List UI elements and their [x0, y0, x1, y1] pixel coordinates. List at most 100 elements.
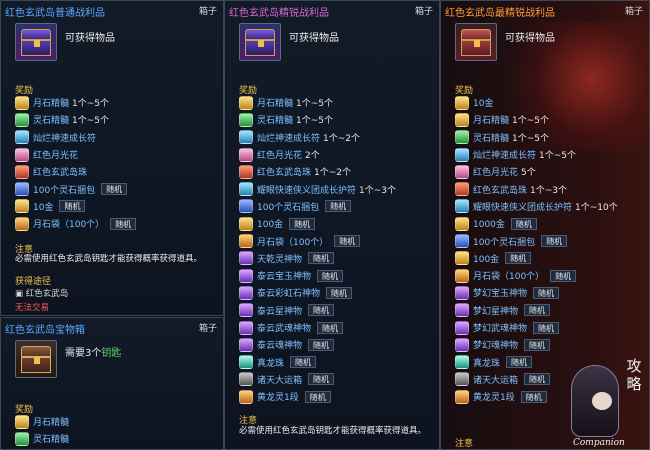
obtain-label: 可获得物品 — [289, 33, 339, 44]
pouch-icon — [15, 182, 29, 197]
reward-item[interactable]: 月石精髓 1个~5个 — [15, 94, 136, 111]
requirement-text: 需要3个 — [65, 348, 102, 359]
random-badge: 随机 — [289, 217, 316, 230]
character-portrait — [571, 365, 619, 437]
reward-item[interactable]: 月石精髓 1个~5个 — [455, 111, 618, 128]
reward-item[interactable]: 灵石精髓 — [15, 430, 69, 447]
random-badge: 随机 — [110, 217, 137, 230]
reward-item[interactable]: 月石袋（100个） 随机 — [15, 215, 137, 232]
reward-item[interactable]: 月石袋（100个） 随机 — [239, 232, 396, 249]
reward-item-quantity: 1个~5个 — [72, 99, 110, 110]
random-badge: 随机 — [505, 252, 532, 265]
reward-item-name: 灿烂神速成长符 — [257, 133, 321, 144]
reward-item-quantity: 1个~5个 — [512, 116, 550, 127]
red-bead-icon — [239, 164, 253, 179]
random-badge: 随机 — [317, 269, 344, 282]
reward-item[interactable]: 真龙珠 随机 — [239, 353, 396, 370]
reward-item[interactable]: 泰云魂神物 随机 — [239, 336, 396, 353]
scroll-icon — [239, 372, 253, 387]
money-bag-icon — [15, 216, 29, 231]
reward-item[interactable]: 灵石精髓 1个~5个 — [239, 111, 396, 128]
reward-item[interactable]: 100金 随机 — [239, 215, 396, 232]
reward-item[interactable]: 黄龙灵1段 随机 — [239, 388, 396, 405]
reward-item[interactable]: 10金 — [455, 94, 618, 111]
reward-item[interactable]: 红色月光花 5个 — [455, 163, 618, 180]
reward-item-name: 10金 — [473, 99, 494, 110]
reward-item[interactable]: 红色月光花 — [15, 146, 136, 163]
spirit-stone-essence-icon — [455, 130, 469, 145]
reward-item[interactable]: 100个灵石捆包 随机 — [239, 198, 396, 215]
reward-item[interactable]: 灵石精髓 1个~5个 — [15, 111, 136, 128]
note-text: 必需使用红色玄武岛钥匙才能获得概率获得道具。 — [15, 254, 203, 264]
reward-item[interactable]: 诸天大运箱 随机 — [239, 371, 396, 388]
gem-icon — [239, 320, 253, 335]
spirit-stone-essence-icon — [239, 112, 253, 127]
reward-item[interactable]: 耀眼快速侠义团成长护符 1个~3个 — [239, 180, 396, 197]
random-badge: 随机 — [524, 373, 551, 386]
talisman-icon — [455, 147, 469, 162]
reward-item-name: 100个灵石捆包 — [257, 202, 320, 213]
reward-item-name: 泰云魂神物 — [257, 341, 303, 352]
reward-item[interactable]: 灿烂神速成长符 1个~5个 — [455, 146, 618, 163]
talisman-icon — [15, 130, 29, 145]
reward-item[interactable]: 耀眼快速侠义团成长护符 1个~10个 — [455, 198, 618, 215]
reward-item-name: 1000金 — [473, 220, 505, 231]
reward-item-name: 梦幻星神物 — [473, 306, 519, 317]
reward-item-name: 月石袋（100个） — [473, 272, 545, 283]
tooltip-treasure-box: 红色玄武岛宝物箱 箱子 需要3个钥匙 奖励 月石精髓 灵石精髓 — [0, 317, 224, 450]
tooltip-header: 红色玄武岛宝物箱 箱子 — [1, 318, 223, 336]
tooltip-title: 红色玄武岛宝物箱 — [5, 325, 85, 336]
reward-item[interactable]: 泰云宝玉神物 随机 — [239, 267, 396, 284]
reward-item[interactable]: 梦幻武魂神物 随机 — [455, 319, 618, 336]
random-badge: 随机 — [533, 286, 560, 299]
key-link[interactable]: 钥匙 — [101, 348, 121, 359]
tooltip-header: 红色玄武岛普通战利品 箱子 — [1, 1, 223, 19]
reward-item[interactable]: 月石袋（100个） 随机 — [455, 267, 618, 284]
reward-item[interactable]: 梦幻星神物 随机 — [455, 302, 618, 319]
reward-item[interactable]: 泰云武魂神物 随机 — [239, 319, 396, 336]
red-bead-icon — [15, 164, 29, 179]
treasure-chest-icon — [15, 340, 57, 378]
gem-icon — [239, 251, 253, 266]
reward-item[interactable]: 100金 随机 — [455, 250, 618, 267]
reward-item[interactable]: 月石精髓 1个~5个 — [239, 94, 396, 111]
talisman-icon — [455, 199, 469, 214]
random-badge: 随机 — [317, 321, 344, 334]
money-bag-icon — [239, 234, 253, 249]
reward-item-name: 红色月光花 — [257, 151, 303, 162]
reward-item-name: 天乾灵神物 — [257, 254, 303, 265]
obtain-label: 可获得物品 — [505, 33, 555, 44]
reward-item[interactable]: 10金 随机 — [15, 198, 136, 215]
reward-item-name: 100金 — [473, 254, 500, 265]
gem-icon — [239, 268, 253, 283]
reward-item-name: 诸天大运箱 — [473, 375, 519, 386]
random-badge: 随机 — [510, 217, 537, 230]
spirit-stone-essence-icon — [15, 431, 29, 446]
reward-item[interactable]: 红色月光花 2个 — [239, 146, 396, 163]
reward-item[interactable]: 灿烂神速成长符 — [15, 129, 136, 146]
random-badge: 随机 — [524, 304, 551, 317]
reward-item[interactable]: 红色玄武岛珠 1个~2个 — [239, 163, 396, 180]
reward-item[interactable]: 灵石精髓 1个~5个 — [455, 129, 618, 146]
orb-icon — [239, 389, 253, 404]
reward-item[interactable]: 天乾灵神物 随机 — [239, 250, 396, 267]
reward-item[interactable]: 100个灵石捆包 随机 — [455, 232, 618, 249]
reward-item-name: 10金 — [33, 202, 54, 213]
reward-item[interactable]: 红色玄武岛珠 — [15, 163, 136, 180]
reward-item[interactable]: 100个灵石捆包 随机 — [15, 180, 136, 197]
reward-item-name: 耀眼快速侠义团成长护符 — [473, 202, 573, 213]
reward-item[interactable]: 泰云彩虹石神物 随机 — [239, 284, 396, 301]
reward-item[interactable]: 红色玄武岛珠 1个~3个 — [455, 180, 618, 197]
reward-item[interactable]: 1000金 随机 — [455, 215, 618, 232]
orb-icon — [455, 389, 469, 404]
reward-item-name: 诸天大运箱 — [257, 375, 303, 386]
reward-item[interactable]: 灿烂神速成长符 1个~2个 — [239, 129, 396, 146]
reward-item[interactable]: 梦幻魂神物 随机 — [455, 336, 618, 353]
reward-item[interactable]: 月石精髓 — [15, 413, 69, 430]
reward-item-name: 真龙珠 — [257, 358, 285, 369]
reward-item[interactable]: 梦幻宝玉神物 随机 — [455, 284, 618, 301]
reward-item[interactable]: 泰云星神物 随机 — [239, 302, 396, 319]
reward-item-quantity: 1个~10个 — [575, 202, 618, 213]
flower-icon — [15, 147, 29, 162]
random-badge: 随机 — [308, 252, 335, 265]
